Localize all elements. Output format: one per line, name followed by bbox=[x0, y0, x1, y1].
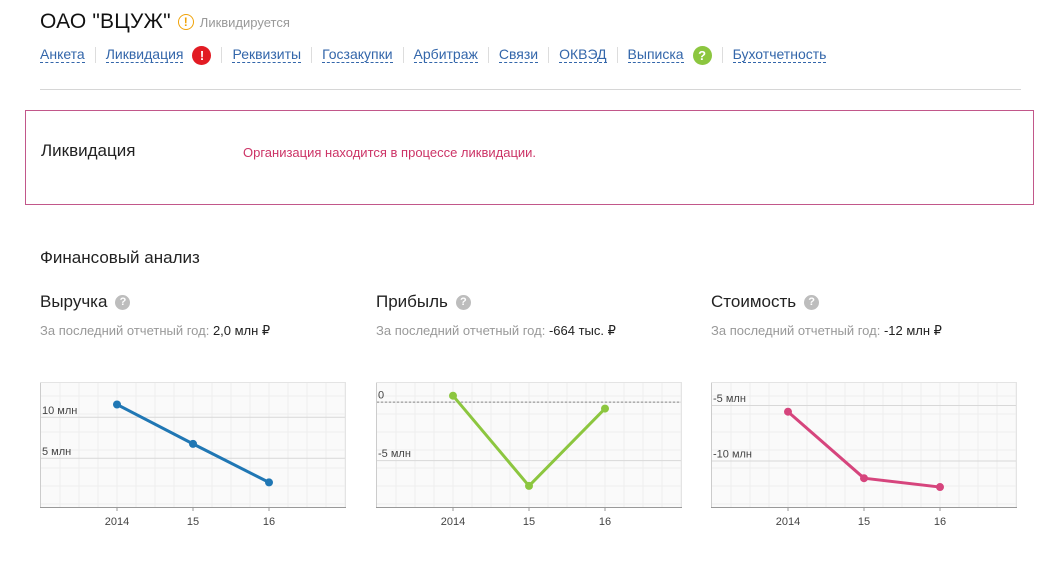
alert-badge-icon[interactable]: ! bbox=[192, 45, 212, 65]
data-point bbox=[265, 478, 273, 487]
nav-link[interactable]: Связи bbox=[498, 47, 539, 63]
revenue-title: Выручка bbox=[40, 292, 108, 311]
value-title: Стоимость bbox=[711, 292, 797, 311]
revenue-value: 2,0 млн ₽ bbox=[212, 323, 271, 338]
x-tick-label: 2014 bbox=[105, 516, 129, 528]
nav-separator bbox=[548, 47, 550, 63]
nav-item: Анкета bbox=[40, 47, 85, 63]
nav-item: Ликвидация! bbox=[105, 45, 212, 65]
nav-item: Выписка? bbox=[627, 45, 712, 65]
profit-chart: 0 -5 млн 2014 15 16 bbox=[376, 382, 682, 532]
data-point bbox=[860, 474, 868, 483]
nav-separator bbox=[311, 47, 313, 63]
liquidation-message: Организация находится в процессе ликвида… bbox=[243, 145, 537, 160]
divider bbox=[40, 89, 1021, 90]
question-badge-icon[interactable]: ? bbox=[692, 45, 712, 65]
value-value: -12 млн ₽ bbox=[883, 323, 942, 338]
x-tick-label: 16 bbox=[599, 516, 611, 528]
x-tick-label: 2014 bbox=[776, 516, 800, 528]
question-icon[interactable]: ? bbox=[455, 294, 471, 310]
y-tick-label: -5 млн bbox=[713, 393, 746, 405]
nav-item: Арбитраж bbox=[413, 47, 478, 63]
data-point bbox=[525, 481, 533, 490]
data-point bbox=[936, 483, 944, 492]
liquidation-panel: Ликвидация Организация находится в проце… bbox=[25, 110, 1034, 205]
nav-separator bbox=[721, 47, 723, 63]
revenue-block: Выручка ? За последний отчетный год: 2,0… bbox=[40, 290, 346, 339]
y-tick-label: 0 bbox=[378, 390, 384, 402]
nav-separator bbox=[221, 47, 223, 63]
nav-separator bbox=[487, 47, 489, 63]
nav-link[interactable]: Реквизиты bbox=[232, 47, 302, 63]
nav-link[interactable]: Анкета bbox=[40, 47, 85, 63]
x-tick-label: 15 bbox=[858, 516, 870, 528]
x-tick-label: 16 bbox=[934, 516, 946, 528]
question-icon[interactable]: ? bbox=[115, 294, 131, 310]
liquidation-title: Ликвидация bbox=[41, 141, 136, 160]
x-tick-label: 15 bbox=[187, 516, 199, 528]
header: ОАО "ВЦУЖ" ! Ликвидируется bbox=[40, 8, 290, 36]
line-chart: 10 млн 5 млн 2014 15 16 bbox=[40, 382, 346, 528]
revenue-chart: 10 млн 5 млн 2014 15 16 bbox=[40, 382, 346, 532]
nav-item: Бухотчетность bbox=[732, 47, 827, 63]
data-point bbox=[784, 407, 792, 416]
nav-separator bbox=[616, 47, 618, 63]
nav-item: Связи bbox=[498, 47, 539, 63]
data-point bbox=[449, 391, 457, 400]
nav-link[interactable]: Госзакупки bbox=[322, 47, 393, 63]
x-tick-label: 16 bbox=[263, 516, 275, 528]
nav-link[interactable]: ОКВЭД bbox=[559, 47, 607, 63]
data-point bbox=[189, 439, 197, 448]
last-year-label: За последний отчетный год: bbox=[711, 323, 881, 338]
y-tick-label: -10 млн bbox=[713, 448, 752, 460]
nav-item: Реквизиты bbox=[232, 47, 302, 63]
nav-link[interactable]: Бухотчетность bbox=[732, 47, 827, 63]
company-status: Ликвидируется bbox=[199, 14, 290, 30]
value-block: Стоимость ? За последний отчетный год: -… bbox=[711, 290, 1017, 339]
company-name: ОАО "ВЦУЖ" bbox=[40, 10, 171, 33]
profit-block: Прибыль ? За последний отчетный год: -66… bbox=[376, 290, 682, 339]
data-point bbox=[601, 404, 609, 413]
data-point bbox=[113, 400, 121, 409]
profit-title: Прибыль bbox=[376, 292, 448, 311]
y-tick-label: -5 млн bbox=[378, 448, 411, 460]
value-last-year: За последний отчетный год: -12 млн ₽ bbox=[711, 323, 1017, 339]
section-nav: Анкета Ликвидация! Реквизиты Госзакупки Арби… bbox=[40, 45, 827, 65]
x-tick-label: 15 bbox=[523, 516, 535, 528]
last-year-label: За последний отчетный год: bbox=[376, 323, 546, 338]
revenue-last-year: За последний отчетный год: 2,0 млн ₽ bbox=[40, 323, 346, 339]
value-chart: -5 млн -10 млн 2014 15 16 bbox=[711, 382, 1017, 532]
y-tick-label: 10 млн bbox=[42, 405, 77, 417]
line-chart: 0 -5 млн 2014 15 16 bbox=[376, 382, 682, 528]
profit-last-year: За последний отчетный год: -664 тыс. ₽ bbox=[376, 323, 682, 339]
title-row: ОАО "ВЦУЖ" ! Ликвидируется bbox=[40, 8, 290, 36]
y-tick-label: 5 млн bbox=[42, 446, 71, 458]
nav-link[interactable]: Арбитраж bbox=[413, 47, 478, 63]
profit-value: -664 тыс. ₽ bbox=[548, 323, 616, 338]
warning-icon: ! bbox=[177, 14, 194, 30]
last-year-label: За последний отчетный год: bbox=[40, 323, 210, 338]
nav-item: ОКВЭД bbox=[559, 47, 607, 63]
question-icon[interactable]: ? bbox=[804, 294, 820, 310]
x-tick-label: 2014 bbox=[441, 516, 465, 528]
nav-separator bbox=[402, 47, 404, 63]
finance-title: Финансовый анализ bbox=[40, 248, 200, 267]
nav-link[interactable]: Ликвидация bbox=[105, 47, 184, 63]
nav-item: Госзакупки bbox=[322, 47, 393, 63]
nav-separator bbox=[94, 47, 96, 63]
line-chart: -5 млн -10 млн 2014 15 16 bbox=[711, 382, 1017, 528]
nav-link[interactable]: Выписка bbox=[627, 47, 684, 63]
